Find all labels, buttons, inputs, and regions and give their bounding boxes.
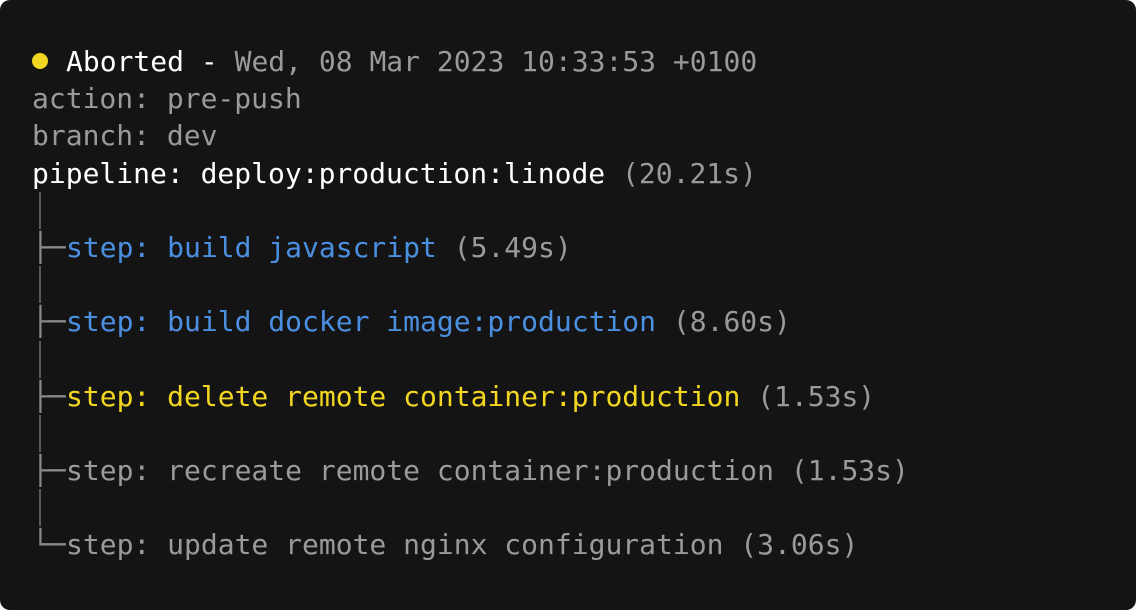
action-value: pre-push	[166, 82, 302, 116]
action-key: action:	[32, 82, 167, 116]
branch-line: branch: dev	[32, 117, 1104, 154]
action-line: action: pre-push	[32, 80, 1104, 117]
tree-vertical-connector	[32, 414, 1104, 452]
tree-branch-connector: ├─	[32, 379, 66, 413]
tree-vbar	[39, 266, 41, 304]
tree-vbar	[39, 191, 41, 229]
status-separator: -	[184, 45, 235, 78]
status-label: Aborted	[66, 45, 185, 78]
tree-vertical-connector	[32, 191, 1104, 229]
step-row: ├─step: build docker image:production (8…	[32, 303, 1104, 340]
step-duration: (5.49s)	[436, 230, 572, 264]
step-label: step: delete remote container:production	[66, 379, 741, 413]
branch-key: branch:	[32, 119, 167, 153]
tree-vbar	[39, 340, 41, 378]
tree-branch-connector: └─	[32, 528, 66, 562]
status-dot-icon	[32, 53, 48, 69]
tree-branch-connector: ├─	[32, 454, 66, 488]
branch-value: dev	[166, 119, 218, 153]
pipeline-label: pipeline: deploy:production:linode	[32, 156, 606, 190]
step-label: step: recreate remote container:producti…	[66, 454, 775, 488]
terminal-window: Aborted - Wed, 08 Mar 2023 10:33:53 +010…	[0, 0, 1136, 610]
pipeline-line: pipeline: deploy:production:linode (20.2…	[32, 155, 1104, 192]
step-duration: (1.53s)	[740, 379, 876, 413]
step-duration: (8.60s)	[656, 305, 791, 339]
pipeline-duration: (20.21s)	[605, 156, 757, 190]
step-duration: (3.06s)	[723, 528, 859, 562]
step-label: step: build javascript	[66, 230, 437, 264]
step-row: └─step: update remote nginx configuratio…	[32, 526, 1104, 563]
tree-vbar	[39, 414, 41, 452]
step-label: step: update remote nginx configuration	[66, 528, 724, 562]
tree-vbar	[39, 489, 41, 527]
tree-vertical-connector	[32, 489, 1104, 527]
step-row: ├─step: build javascript (5.49s)	[32, 229, 1104, 266]
step-row: ├─step: delete remote container:producti…	[32, 378, 1104, 415]
tree-branch-connector: ├─	[32, 305, 66, 339]
status-line: Aborted - Wed, 08 Mar 2023 10:33:53 +010…	[32, 43, 1104, 80]
tree-vertical-connector	[32, 340, 1104, 378]
status-timestamp: Wed, 08 Mar 2023 10:33:53 +0100	[234, 45, 758, 78]
tree-branch-connector: ├─	[32, 230, 66, 264]
step-row: ├─step: recreate remote container:produc…	[32, 452, 1104, 489]
step-label: step: build docker image:production	[66, 305, 657, 339]
step-duration: (1.53s)	[774, 454, 909, 488]
tree-vertical-connector	[32, 266, 1104, 304]
